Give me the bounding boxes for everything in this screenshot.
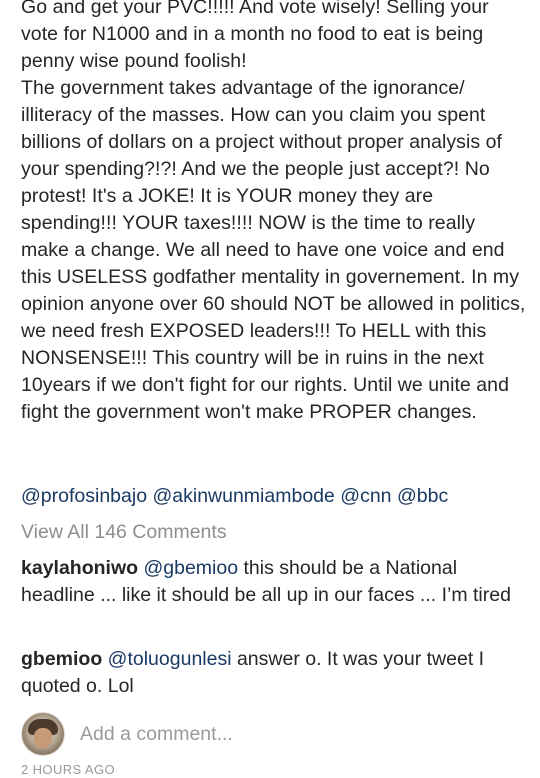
comment-item: gbemioo @toluogunlesi answer o. It was y… — [21, 646, 526, 700]
comment-username[interactable]: kaylahoniwo — [21, 557, 138, 579]
add-comment-input[interactable] — [80, 722, 500, 746]
comment-mention[interactable]: @gbemioo — [143, 557, 238, 579]
mention-link[interactable]: @bbc — [397, 485, 448, 507]
avatar[interactable] — [21, 712, 65, 756]
post-timestamp: 2 HOURS AGO — [21, 762, 115, 777]
mention-link[interactable]: @cnn — [340, 485, 391, 507]
avatar-face-shape — [34, 728, 52, 748]
comment-item: kaylahoniwo @gbemioo this should be a Na… — [21, 555, 526, 609]
mention-link[interactable]: @akinwunmiambode — [152, 485, 334, 507]
post-caption: Go and get your PVC!!!!! And vote wisely… — [21, 0, 526, 423]
comment-mention[interactable]: @toluogunlesi — [108, 648, 232, 670]
mention-link[interactable]: @profosinbajo — [21, 485, 147, 507]
comment-username[interactable]: gbemioo — [21, 648, 102, 670]
post-mentions: @profosinbajo @akinwunmiambode @cnn @bbc — [21, 483, 448, 510]
view-all-comments-link[interactable]: View All 146 Comments — [21, 519, 227, 546]
add-comment-row — [21, 712, 526, 756]
